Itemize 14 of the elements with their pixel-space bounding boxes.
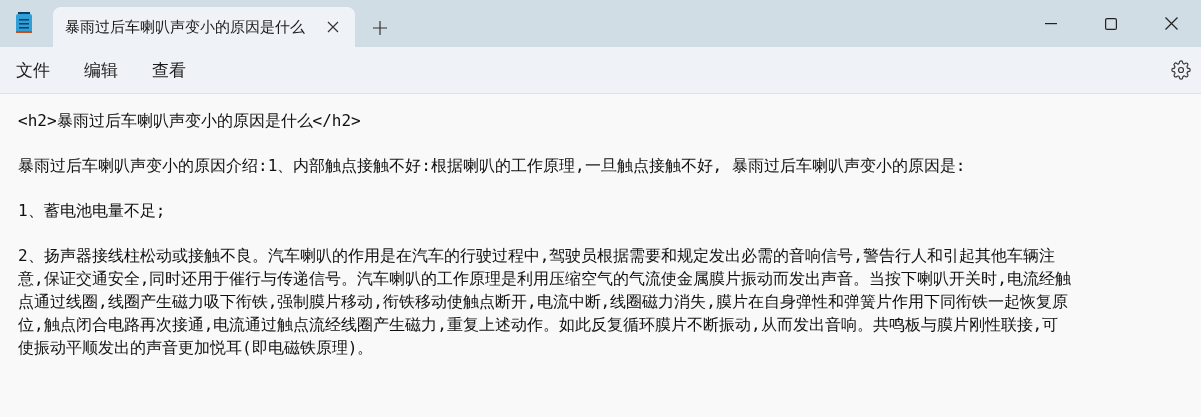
text-line: 位,触点闭合电路再次接通,电流通过触点流经线圈产生磁力,重复上述动作。如此反复循环膜片不断振动,从而发出音响。共鸣板与膜片刚性联接,可 xyxy=(18,314,1060,336)
text-line: <h2>暴雨过后车喇叭声变小的原因是什么</h2> xyxy=(18,110,362,132)
menu-item[interactable]: 编辑 xyxy=(72,52,130,88)
text-line: 意,保证交通安全,同时还用于催行与传递信号。汽车喇叭的工作原理是利用压缩空气的气流使金属膜片振动而发出声音。当按下喇叭开关时,电流经触 xyxy=(18,268,1072,290)
menu-item[interactable]: 查看 xyxy=(140,52,198,88)
notepad-icon xyxy=(14,11,34,35)
text-line: 暴雨过后车喇叭声变小的原因介绍:1、内部触点接触不好:根据喇叭的工作原理,一旦触点接触不好, 暴雨过后车喇叭声变小的原因是: xyxy=(18,155,967,177)
text-line: 1、蓄电池电量不足; xyxy=(18,200,167,222)
document-tab[interactable]: 暴雨过后车喇叭声变小的原因是什么 xyxy=(53,7,355,47)
text-line: 使振动平顺发出的声音更加悦耳(即电磁铁原理)。 xyxy=(18,337,375,359)
tab-title: 暴雨过后车喇叭声变小的原因是什么 xyxy=(65,17,306,37)
text-line: 2、扬声器接线柱松动或接触不良。汽车喇叭的作用是在汽车的行驶过程中,驾驶员根据需要和规定发出必需的音响信号,警告行人和引起其他车辆注 xyxy=(18,245,1056,267)
text-line: 点通过线圈,线圈产生磁力吸下衔铁,强制膜片移动,衔铁移动使触点断开,电流中断,线圈磁力消失,膜片在自身弹性和弹簧片作用下同衔铁一起恢复原 xyxy=(18,291,1069,313)
menu-item[interactable]: 文件 xyxy=(4,52,62,88)
